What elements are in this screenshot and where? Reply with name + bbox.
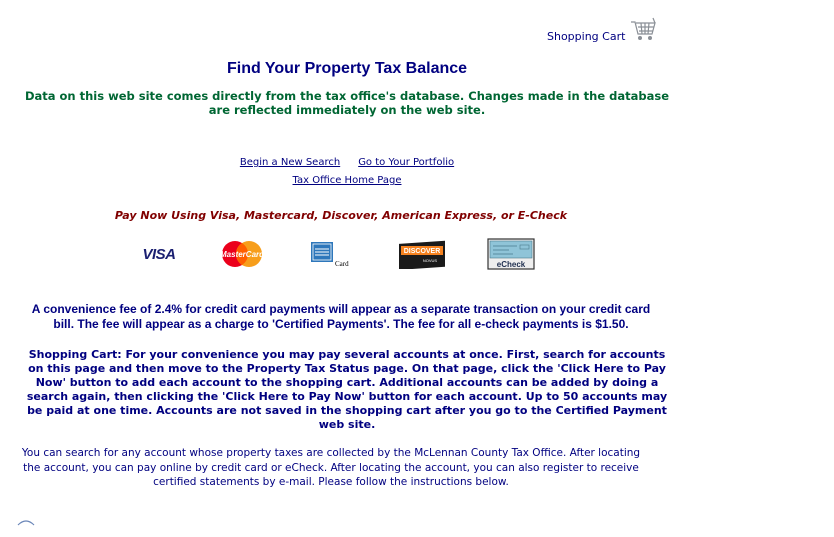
mastercard-label: MasterCard xyxy=(220,250,264,259)
partial-round-element xyxy=(17,520,35,526)
echeck-logo[interactable]: eCheck xyxy=(487,238,535,270)
nav-links: Begin a New Search Go to Your Portfolio T… xyxy=(0,154,694,190)
shopping-cart-link[interactable]: Shopping Cart xyxy=(547,14,657,44)
discover-logo[interactable]: DISCOVER NOVUS xyxy=(398,238,446,270)
mastercard-logo[interactable]: MasterCard xyxy=(220,238,264,270)
novus-label: NOVUS xyxy=(423,258,438,263)
database-disclaimer: Data on this web site comes directly fro… xyxy=(24,89,670,117)
page-title: Find Your Property Tax Balance xyxy=(226,60,468,77)
tax-office-home-link[interactable]: Tax Office Home Page xyxy=(293,175,402,186)
echeck-label: eCheck xyxy=(497,260,526,269)
mastercard-icon: MasterCard xyxy=(220,241,264,267)
shopping-cart-label[interactable]: Shopping Cart xyxy=(547,30,625,43)
begin-new-search-link[interactable]: Begin a New Search xyxy=(240,157,340,168)
convenience-fee-note: A convenience fee of 2.4% for credit car… xyxy=(31,302,651,331)
portfolio-link[interactable]: Go to Your Portfolio xyxy=(358,157,454,168)
echeck-icon: eCheck xyxy=(487,238,535,270)
visa-logo[interactable]: VISA xyxy=(140,238,178,270)
visa-label: VISA xyxy=(142,245,176,263)
discover-label: DISCOVER xyxy=(404,248,441,255)
amex-icon: Card xyxy=(311,242,349,268)
shopping-cart-icon[interactable] xyxy=(629,14,657,44)
pay-now-heading: Pay Now Using Visa, Mastercard, Discover… xyxy=(114,209,568,222)
search-instructions: You can search for any account whose pro… xyxy=(21,447,641,488)
amex-card-label: Card xyxy=(335,260,349,268)
amex-logo[interactable]: Card xyxy=(309,238,357,270)
discover-icon: DISCOVER NOVUS xyxy=(399,240,445,269)
shopping-cart-instructions: Shopping Cart: For your convenience you … xyxy=(26,348,668,431)
